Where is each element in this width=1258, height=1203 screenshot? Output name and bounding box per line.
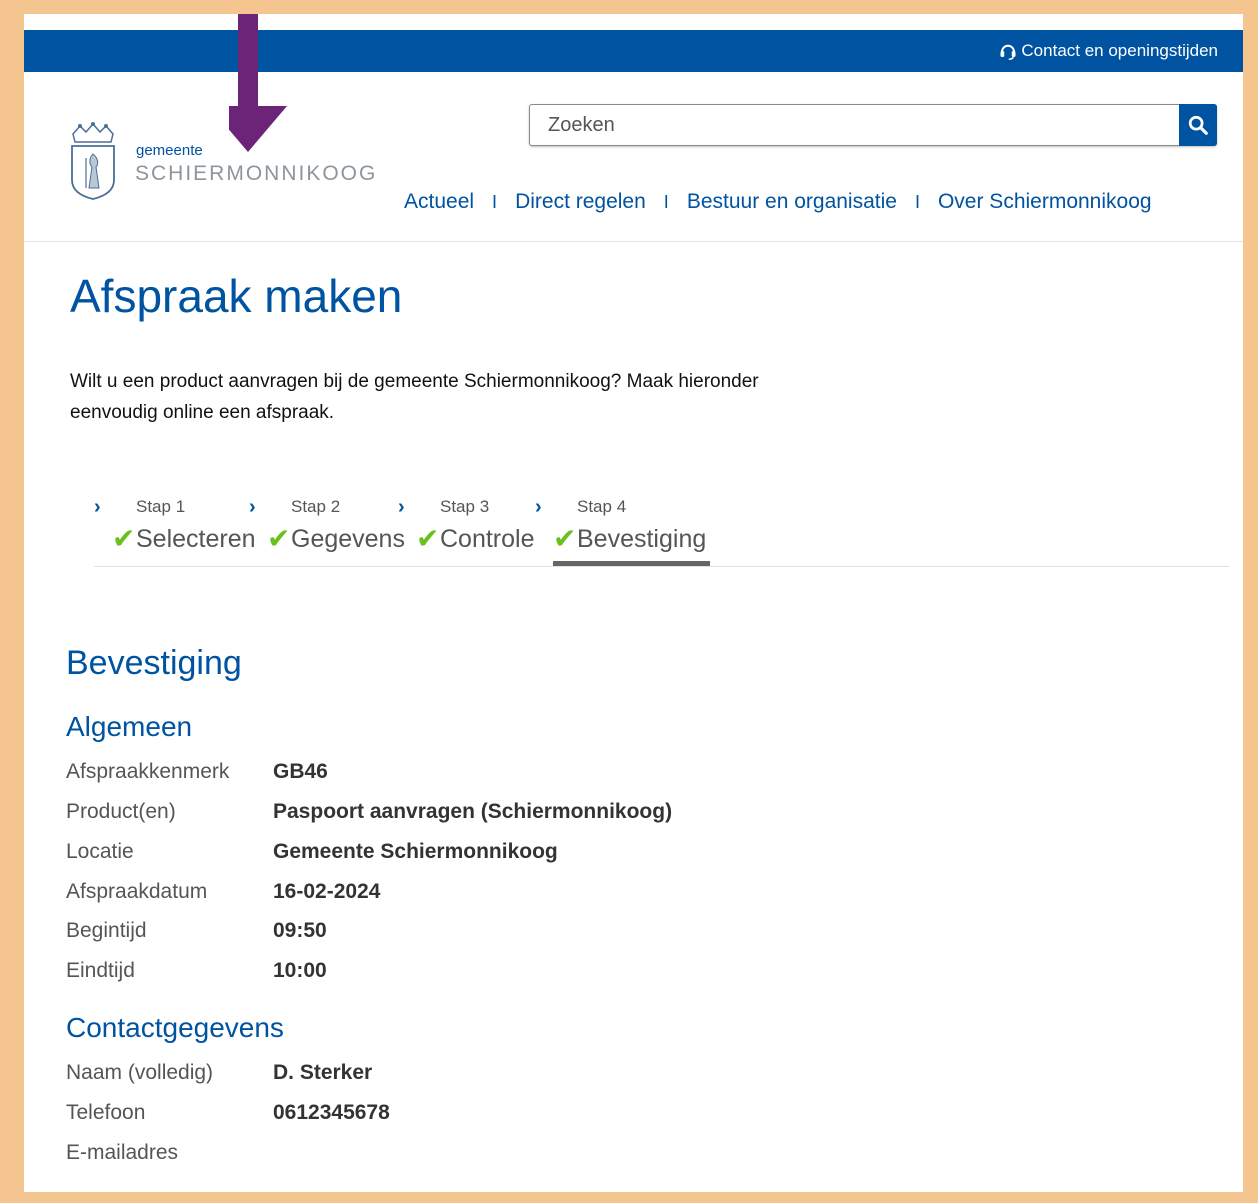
crest-icon xyxy=(71,122,115,200)
detail-row: E-mailadres xyxy=(66,1138,273,1168)
detail-label: Product(en) xyxy=(66,800,176,823)
nav-item-bestuur[interactable]: Bestuur en organisatie xyxy=(687,190,897,214)
nav-item-over[interactable]: Over Schiermonnikoog xyxy=(938,190,1152,214)
detail-label: Naam (volledig) xyxy=(66,1061,214,1084)
detail-label: Begintijd xyxy=(66,919,147,942)
detail-row: Naam (volledig) D. Sterker xyxy=(66,1058,372,1088)
main-nav: Actueel I Direct regelen I Bestuur en or… xyxy=(404,190,1152,214)
search-input[interactable] xyxy=(530,105,1180,145)
page: Contact en openingstijden gemeente SCHIE… xyxy=(24,14,1243,1192)
detail-row: Telefoon 0612345678 xyxy=(66,1098,390,1128)
detail-value: 16-02-2024 xyxy=(273,880,381,903)
detail-label: E-mailadres xyxy=(66,1141,179,1164)
header: gemeente SCHIERMONNIKOOG Actueel I Direc… xyxy=(24,72,1243,242)
nav-item-direct-regelen[interactable]: Direct regelen xyxy=(515,190,646,214)
search-icon xyxy=(1188,115,1208,135)
detail-label: Afspraakkenmerk xyxy=(66,760,230,783)
chevron-right-icon: › xyxy=(94,496,101,518)
nav-item-actueel[interactable]: Actueel xyxy=(404,190,474,214)
contact-link[interactable]: Contact en openingstijden xyxy=(999,41,1218,61)
contact-label: Contact en openingstijden xyxy=(1021,41,1218,60)
step-number: Stap 1 xyxy=(136,497,186,516)
nav-separator: I xyxy=(492,191,498,212)
intro-text: Wilt u een product aanvragen bij de geme… xyxy=(70,371,759,423)
down-arrow-icon xyxy=(229,14,287,152)
detail-value: 0612345678 xyxy=(273,1101,390,1124)
step-label: Controle xyxy=(440,525,535,553)
step-number: Stap 3 xyxy=(440,497,490,516)
search-box xyxy=(529,104,1217,146)
step-indicator: › ✔ Stap 1 Selecteren › ✔ Stap 2 Gegeven… xyxy=(94,486,1229,567)
nav-separator: I xyxy=(914,191,920,212)
check-icon: ✔ xyxy=(553,523,577,554)
detail-value: 09:50 xyxy=(273,919,327,942)
detail-row: Begintijd 09:50 xyxy=(66,916,327,946)
chevron-right-icon: › xyxy=(398,496,405,518)
step-label: Selecteren xyxy=(136,525,256,553)
step-1[interactable]: › ✔ Stap 1 Selecteren xyxy=(94,486,256,566)
detail-label: Locatie xyxy=(66,840,134,863)
step-number: Stap 2 xyxy=(291,497,341,516)
detail-value: Paspoort aanvragen (Schiermonnikoog) xyxy=(273,800,673,823)
detail-row: Eindtijd 10:00 xyxy=(66,956,327,986)
step-number: Stap 4 xyxy=(577,497,627,516)
nav-separator: I xyxy=(663,191,669,212)
detail-value: Gemeente Schiermonnikoog xyxy=(273,840,558,863)
detail-value: GB46 xyxy=(273,760,328,783)
logo[interactable]: gemeente SCHIERMONNIKOOG xyxy=(68,122,375,212)
general-heading: Algemeen xyxy=(66,711,193,742)
detail-row: Locatie Gemeente Schiermonnikoog xyxy=(66,837,558,867)
active-step-underline xyxy=(553,561,710,566)
confirmation-heading: Bevestiging xyxy=(66,644,242,682)
step-4[interactable]: › ✔ Stap 4 Bevestiging xyxy=(535,486,715,566)
chevron-right-icon: › xyxy=(535,496,542,518)
step-label: Bevestiging xyxy=(577,525,707,553)
top-bar: Contact en openingstijden xyxy=(24,30,1243,72)
step-3[interactable]: › ✔ Stap 3 Controle xyxy=(398,486,538,566)
check-icon: ✔ xyxy=(112,523,136,554)
detail-label: Afspraakdatum xyxy=(66,880,208,903)
step-label: Gegevens xyxy=(291,525,405,553)
detail-row: Afspraakkenmerk GB46 xyxy=(66,757,328,787)
check-icon: ✔ xyxy=(267,523,291,554)
detail-label: Telefoon xyxy=(66,1101,146,1124)
logo-small-text: gemeente xyxy=(136,142,203,159)
detail-row: Product(en) Paspoort aanvragen (Schiermo… xyxy=(66,797,672,827)
detail-row: Afspraakdatum 16-02-2024 xyxy=(66,877,380,907)
step-2[interactable]: › ✔ Stap 2 Gegevens xyxy=(249,486,405,566)
chevron-right-icon: › xyxy=(249,496,256,518)
page-title: Afspraak maken xyxy=(70,270,403,322)
search-button[interactable] xyxy=(1179,104,1217,146)
detail-label: Eindtijd xyxy=(66,959,135,982)
detail-value: D. Sterker xyxy=(273,1061,373,1084)
check-icon: ✔ xyxy=(416,523,440,554)
detail-value: 10:00 xyxy=(273,959,327,982)
headset-icon xyxy=(1000,44,1016,60)
contact-heading: Contactgegevens xyxy=(66,1012,284,1043)
